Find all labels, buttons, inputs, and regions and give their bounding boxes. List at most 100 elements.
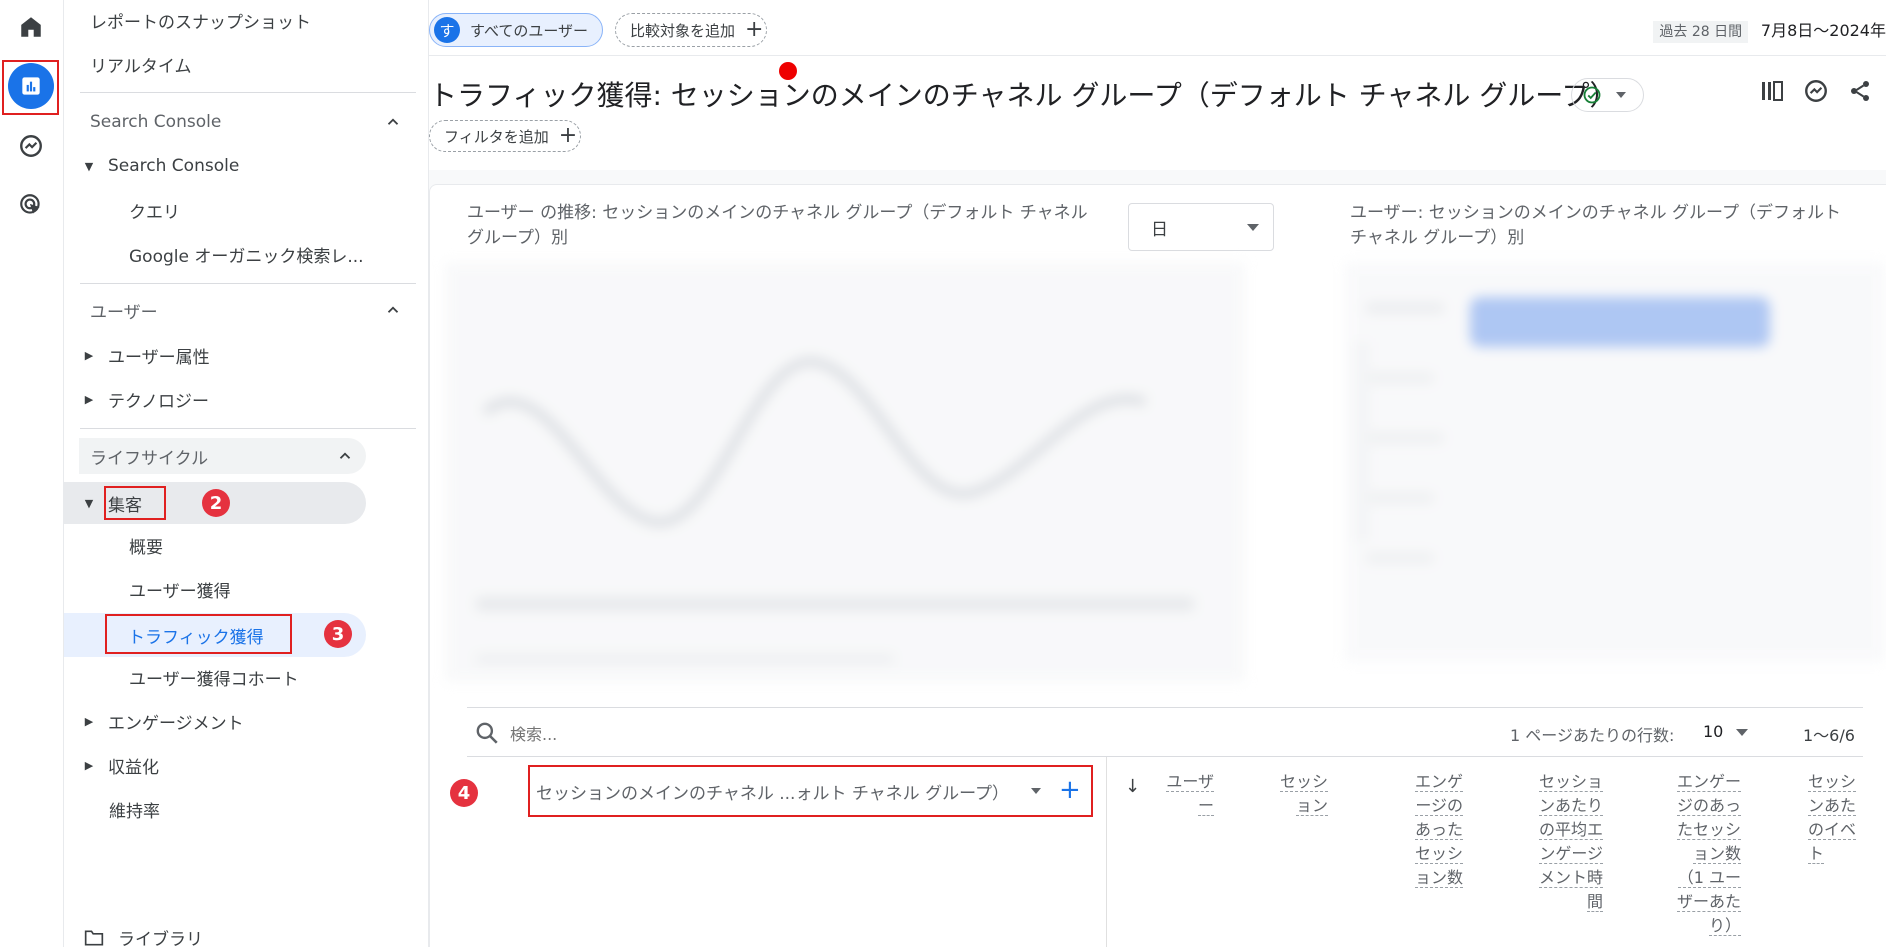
header-text: ト bbox=[1808, 844, 1825, 864]
header-text: ー bbox=[1197, 796, 1214, 816]
add-comparison-button[interactable]: 比較対象を追加 + bbox=[615, 13, 767, 47]
caret-down-icon bbox=[1031, 788, 1041, 794]
nav-group-engagement[interactable]: ▶ エンゲージメント bbox=[80, 703, 244, 739]
header-text: ョン数 bbox=[1692, 844, 1741, 864]
nav-item-user-acquisition[interactable]: ユーザー獲得 bbox=[129, 571, 231, 607]
compare-icon[interactable] bbox=[1757, 76, 1787, 106]
top-bar: す すべてのユーザー 比較対象を追加 + 過去 28 日間 7月8日～2024年 bbox=[429, 0, 1886, 56]
header-text: あった bbox=[1414, 820, 1463, 840]
nav-group-label: エンゲージメント bbox=[108, 713, 244, 734]
library-label: ライブラリ bbox=[118, 930, 203, 947]
column-header-users[interactable]: ユーザ ー bbox=[1160, 770, 1214, 818]
primary-dimension-selector[interactable]: セッションのメインのチャネル ...ォルト チャネル グループ） + bbox=[528, 765, 1093, 817]
insights-icon[interactable] bbox=[1801, 76, 1831, 106]
all-users-label: すべてのユーザー bbox=[470, 21, 589, 40]
nav-section-search-console[interactable]: Search Console bbox=[89, 104, 414, 140]
nav-item-realtime[interactable]: リアルタイム bbox=[90, 46, 192, 82]
header-text: 間 bbox=[1586, 892, 1603, 912]
header-text: ンゲージ bbox=[1539, 844, 1603, 864]
bar-chart-title-line2: チャネル グループ）別 bbox=[1350, 228, 1525, 248]
annotation-box-reports bbox=[2, 60, 59, 115]
page-range: 1～6/6 bbox=[1803, 726, 1855, 745]
nav-item-google-organic[interactable]: Google オーガニック検索レ... bbox=[129, 236, 364, 272]
plus-icon: + bbox=[558, 123, 578, 148]
nav-group-user-attributes[interactable]: ▶ ユーザー属性 bbox=[80, 337, 210, 373]
header-text: ユーザ bbox=[1166, 772, 1214, 792]
home-icon[interactable] bbox=[8, 4, 54, 50]
header-text: メント時 bbox=[1538, 868, 1603, 888]
annotation-marker-4: 4 bbox=[450, 779, 478, 807]
granularity-value: 日 bbox=[1151, 219, 1168, 240]
caret-down-icon: ▼ bbox=[84, 496, 94, 510]
caret-down-icon[interactable] bbox=[1736, 729, 1748, 736]
nav-group-technology[interactable]: ▶ テクノロジー bbox=[80, 381, 209, 417]
table-top-divider bbox=[467, 707, 1863, 708]
header-text: セッシ bbox=[1414, 844, 1463, 864]
period-label: 過去 28 日間 bbox=[1653, 21, 1749, 43]
nav-group-label: 収益化 bbox=[108, 757, 159, 778]
nav-divider bbox=[80, 283, 416, 284]
header-text: ジのあっ bbox=[1676, 796, 1741, 816]
sort-descending-icon[interactable]: ↓ bbox=[1125, 776, 1140, 797]
header-text: セッシ bbox=[1808, 772, 1857, 792]
chevron-up-icon bbox=[387, 306, 399, 313]
header-text: ンあた bbox=[1808, 796, 1857, 816]
add-filter-button[interactable]: フィルタを追加 + bbox=[429, 120, 581, 152]
nav-group-label: Search Console bbox=[108, 156, 240, 176]
period-value: 7月8日～2024年 bbox=[1760, 21, 1886, 40]
add-filter-label: フィルタを追加 bbox=[444, 127, 549, 146]
line-chart-title: ユーザー の推移: セッションのメインのチャネル グループ（デフォルト チャネル… bbox=[467, 201, 1107, 251]
column-header-avg-engagement-time[interactable]: セッショ ンあたり の平均エ ンゲージ メント時 間 bbox=[1525, 770, 1603, 914]
annotation-marker-3: 3 bbox=[324, 620, 352, 648]
annotation-box-traffic bbox=[105, 614, 292, 654]
column-header-engaged-sessions-per-user[interactable]: エンゲー ジのあっ たセッシ ョン数 （1 ユー ザーあた り） bbox=[1663, 770, 1741, 938]
library-link[interactable]: ライブラリ bbox=[84, 925, 203, 947]
header-text: エンゲ bbox=[1414, 772, 1463, 792]
nav-divider bbox=[80, 428, 416, 429]
table-search-input[interactable] bbox=[510, 720, 910, 748]
header-text: ョン数 bbox=[1414, 868, 1463, 888]
folder-icon bbox=[84, 930, 104, 945]
nav-item-snapshot[interactable]: レポートのスナップショット bbox=[90, 2, 311, 38]
nav-group-label: ユーザー属性 bbox=[108, 347, 210, 368]
header-text: の平均エ bbox=[1538, 820, 1603, 840]
advertising-icon[interactable] bbox=[8, 182, 54, 228]
search-icon bbox=[476, 722, 498, 744]
caret-right-icon: ▶ bbox=[84, 348, 94, 362]
rows-per-page-select[interactable]: 10 bbox=[1703, 722, 1723, 741]
header-text: セッシ bbox=[1279, 772, 1328, 792]
nav-item-query[interactable]: クエリ bbox=[129, 192, 180, 228]
segment-avatar: す bbox=[434, 17, 460, 43]
nav-item-overview[interactable]: 概要 bbox=[129, 527, 163, 563]
nav-item-retention[interactable]: 維持率 bbox=[109, 791, 160, 827]
share-icon[interactable] bbox=[1845, 76, 1875, 106]
column-header-engaged-sessions[interactable]: エンゲ ージの あった セッシ ョン数 bbox=[1405, 770, 1463, 890]
data-quality-status-button[interactable] bbox=[1571, 78, 1644, 112]
nav-item-user-acq-cohort[interactable]: ユーザー獲得コホート bbox=[129, 659, 299, 695]
header-text: ージの bbox=[1415, 796, 1463, 816]
icon-rail bbox=[0, 0, 64, 947]
add-dimension-icon[interactable]: + bbox=[1059, 775, 1081, 805]
nav-section-user[interactable]: ユーザー bbox=[89, 292, 414, 328]
header-text: エンゲー bbox=[1676, 772, 1741, 792]
header-text: たセッシ bbox=[1676, 820, 1741, 840]
nav-section-lifecycle[interactable]: ライフサイクル bbox=[79, 438, 366, 474]
column-header-events-per-session[interactable]: セッシ ンあた のイベ ト bbox=[1808, 770, 1864, 866]
all-users-chip[interactable]: す すべてのユーザー bbox=[429, 13, 603, 47]
bar-chart-title: ユーザー: セッションのメインのチャネル グループ（デフォルト チャネル グルー… bbox=[1350, 201, 1870, 251]
date-range-picker[interactable]: 過去 28 日間 7月8日～2024年 bbox=[1653, 17, 1886, 43]
column-header-sessions[interactable]: セッシ ョン bbox=[1270, 770, 1328, 818]
nav-group-monetization[interactable]: ▶ 収益化 bbox=[80, 747, 159, 783]
explore-icon[interactable] bbox=[8, 123, 54, 169]
granularity-select[interactable]: 日 bbox=[1128, 203, 1274, 251]
nav-group-search-console[interactable]: ▼ Search Console bbox=[80, 148, 240, 184]
rows-per-page-label: 1 ページあたりの行数: bbox=[1510, 726, 1675, 745]
header-text: （1 ユー bbox=[1677, 868, 1741, 888]
caret-down-icon: ▼ bbox=[84, 159, 94, 173]
add-comparison-label: 比較対象を追加 bbox=[630, 21, 736, 40]
caret-right-icon: ▶ bbox=[84, 392, 94, 406]
dimension-column-divider bbox=[1106, 757, 1107, 947]
blurred-line-chart bbox=[445, 262, 1245, 682]
caret-down-icon bbox=[1247, 224, 1259, 231]
blurred-bar-chart bbox=[1345, 262, 1885, 662]
